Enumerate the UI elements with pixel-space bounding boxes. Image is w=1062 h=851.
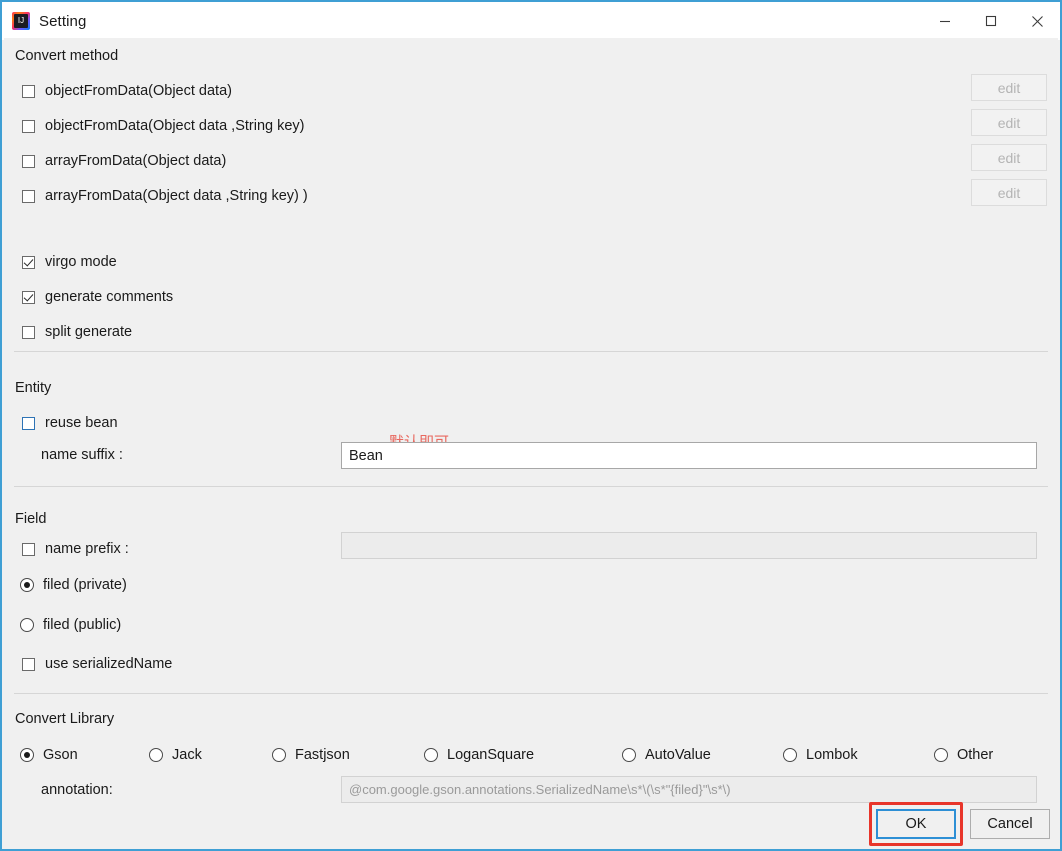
radio-label: Other [957,747,994,763]
edit-button-2[interactable]: edit [971,144,1047,171]
checkbox-arrayfromdata-data[interactable]: arrayFromData(Object data) [22,150,226,172]
radio-label: filed (private) [43,577,127,593]
checkbox-box[interactable] [22,189,35,203]
ok-button-highlight [869,802,963,846]
entity-title: Entity [15,380,52,396]
checkbox-label: arrayFromData(Object data) [45,153,227,169]
checkbox-objectfromdata-data[interactable]: objectFromData(Object data) [22,80,232,102]
radio-library-fastjson[interactable]: Fastjson [272,744,350,766]
checkbox-objectfromdata-data-key[interactable]: objectFromData(Object data ,String key) [22,115,305,137]
radio-library-other[interactable]: Other [934,744,993,766]
radio-label: Lombok [806,747,858,763]
radio-library-gson[interactable]: Gson [20,744,78,766]
title-bar: Setting [2,0,1060,40]
radio-filed-private[interactable]: filed (private) [20,574,127,596]
edit-button-3[interactable]: edit [971,179,1047,206]
checkbox-label: objectFromData(Object data) [45,83,232,99]
checkbox-box[interactable] [22,542,35,556]
checkbox-box[interactable] [22,325,35,339]
radio-circle[interactable] [20,748,34,762]
checkbox-split-generate[interactable]: split generate [22,321,132,343]
radio-label: Jack [172,747,202,763]
radio-circle[interactable] [20,618,34,632]
checkbox-box[interactable] [22,84,35,98]
radio-circle[interactable] [783,748,797,762]
checkbox-label: objectFromData(Object data ,String key) [45,118,305,134]
setting-dialog: Setting Convert method objectFromData(Ob… [0,0,1062,851]
checkbox-label: use serializedName [45,656,173,672]
radio-label: Gson [43,747,78,763]
name-suffix-input[interactable]: Bean [341,442,1037,469]
intellij-idea-icon [12,12,30,30]
checkbox-arrayfromdata-data-key[interactable]: arrayFromData(Object data ,String key) ) [22,185,308,207]
radio-label: filed (public) [43,617,122,633]
annotation-label: annotation: [41,782,113,798]
window-controls [922,2,1060,40]
radio-label: AutoValue [645,747,711,763]
checkbox-box[interactable] [22,657,35,671]
window-title: Setting [39,12,87,30]
name-prefix-input[interactable] [341,532,1037,559]
checkbox-label: arrayFromData(Object data ,String key) ) [45,188,308,204]
checkbox-box[interactable] [22,255,35,269]
checkbox-use-serializedname[interactable]: use serializedName [22,653,172,675]
cancel-button[interactable]: Cancel [970,809,1050,839]
radio-circle[interactable] [149,748,163,762]
checkbox-box[interactable] [22,416,35,430]
radio-circle[interactable] [934,748,948,762]
dialog-content: Convert method objectFromData(Object dat… [4,38,1058,847]
checkbox-box[interactable] [22,290,35,304]
convert-method-title: Convert method [15,48,119,64]
checkbox-virgo-mode[interactable]: virgo mode [22,251,117,273]
field-title: Field [15,511,47,527]
radio-filed-public[interactable]: filed (public) [20,614,121,636]
checkbox-box[interactable] [22,119,35,133]
divider-1 [14,351,1048,352]
minimize-icon[interactable] [922,2,968,40]
radio-circle[interactable] [272,748,286,762]
divider-2 [14,486,1048,487]
checkbox-label: virgo mode [45,254,117,270]
radio-circle[interactable] [20,578,34,592]
radio-circle[interactable] [424,748,438,762]
name-suffix-label: name suffix : [41,447,123,463]
checkbox-name-prefix[interactable]: name prefix : [22,538,129,560]
edit-button-1[interactable]: edit [971,109,1047,136]
checkbox-label: reuse bean [45,415,118,431]
radio-library-logansquare[interactable]: LoganSquare [424,744,534,766]
checkbox-label: generate comments [45,289,174,305]
checkbox-label: name prefix : [45,541,129,557]
maximize-icon[interactable] [968,2,1014,40]
checkbox-reuse-bean[interactable]: reuse bean [22,412,118,434]
radio-circle[interactable] [622,748,636,762]
radio-library-autovalue[interactable]: AutoValue [622,744,711,766]
radio-library-lombok[interactable]: Lombok [783,744,858,766]
checkbox-label: split generate [45,324,133,340]
radio-label: Fastjson [295,747,350,763]
annotation-input[interactable]: @com.google.gson.annotations.SerializedN… [341,776,1037,803]
convert-library-title: Convert Library [15,711,115,727]
divider-3 [14,693,1048,694]
checkbox-generate-comments[interactable]: generate comments [22,286,173,308]
radio-library-jack[interactable]: Jack [149,744,202,766]
close-icon[interactable] [1014,2,1060,40]
edit-button-0[interactable]: edit [971,74,1047,101]
radio-label: LoganSquare [447,747,535,763]
checkbox-box[interactable] [22,154,35,168]
